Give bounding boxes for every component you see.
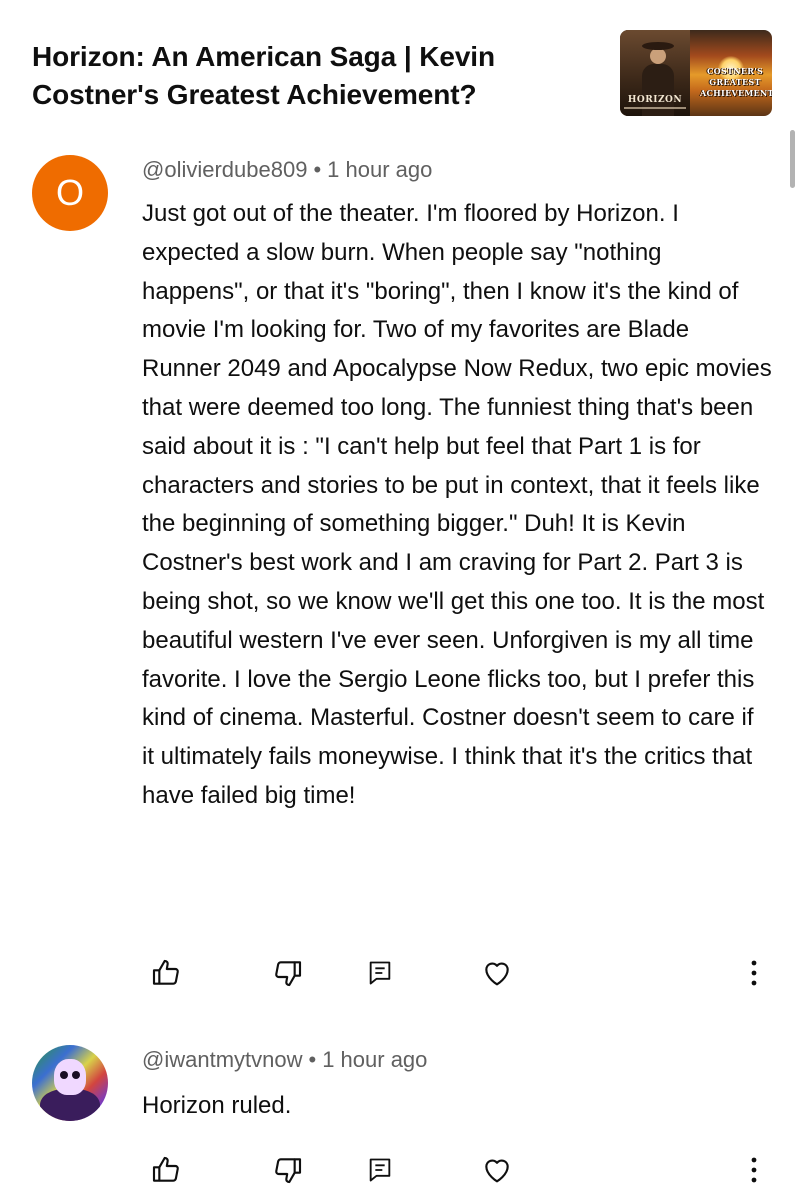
dislike-button[interactable] (268, 1150, 308, 1190)
video-title: Horizon: An American Saga | Kevin Costne… (32, 41, 495, 110)
comment-author[interactable]: @olivierdube809 (142, 157, 307, 182)
thumbs-down-icon (275, 1158, 302, 1184)
comment-actions (0, 1150, 803, 1190)
heart-icon (485, 962, 509, 986)
comment-meta: @olivierdube809 • 1 hour ago (142, 157, 432, 183)
more-options-button[interactable] (734, 953, 774, 993)
video-thumbnail[interactable]: HORIZON COSTNER'S GREATEST ACHIEVEMENT? (620, 30, 772, 116)
reply-button[interactable] (360, 1150, 400, 1190)
more-vertical-icon (751, 1157, 757, 1183)
avatar[interactable] (32, 1045, 108, 1121)
comment-time: 1 hour ago (322, 1047, 428, 1072)
more-vertical-icon (751, 960, 757, 986)
comment-text: Horizon ruled. (142, 1092, 292, 1119)
meta-separator: • (313, 157, 322, 182)
thumbnail-caption: COSTNER'S GREATEST ACHIEVEMENT? (700, 66, 772, 98)
thumbs-up-icon (152, 959, 179, 985)
comment-author[interactable]: @iwantmytvnow (142, 1047, 303, 1072)
reply-icon (369, 961, 391, 985)
thumbnail-underline (624, 107, 686, 109)
comment-actions (0, 953, 803, 993)
video-header: Horizon: An American Saga | Kevin Costne… (32, 38, 592, 114)
heart-button[interactable] (477, 1150, 517, 1190)
thumbs-down-icon (275, 961, 302, 987)
like-button[interactable] (146, 1150, 186, 1190)
meta-separator: • (308, 1047, 317, 1072)
more-options-button[interactable] (734, 1150, 774, 1190)
thumbnail-left-title: HORIZON (627, 95, 683, 105)
reply-icon (369, 1158, 391, 1182)
avatar[interactable]: O (32, 155, 108, 231)
scrollbar[interactable] (790, 130, 795, 188)
thumbnail-figure-head (650, 48, 666, 64)
avatar-eye (60, 1071, 68, 1079)
heart-button[interactable] (477, 953, 517, 993)
thumbs-up-icon (152, 1156, 179, 1182)
heart-icon (485, 1159, 509, 1183)
comment-text: Just got out of the theater. I'm floored… (142, 200, 772, 809)
like-button[interactable] (146, 953, 186, 993)
avatar-eye (72, 1071, 80, 1079)
avatar-skull (54, 1059, 86, 1095)
comment-meta: @iwantmytvnow • 1 hour ago (142, 1047, 427, 1073)
reply-button[interactable] (360, 953, 400, 993)
comment-time: 1 hour ago (327, 157, 433, 182)
dislike-button[interactable] (268, 953, 308, 993)
thumbnail-figure-hat (642, 42, 674, 50)
